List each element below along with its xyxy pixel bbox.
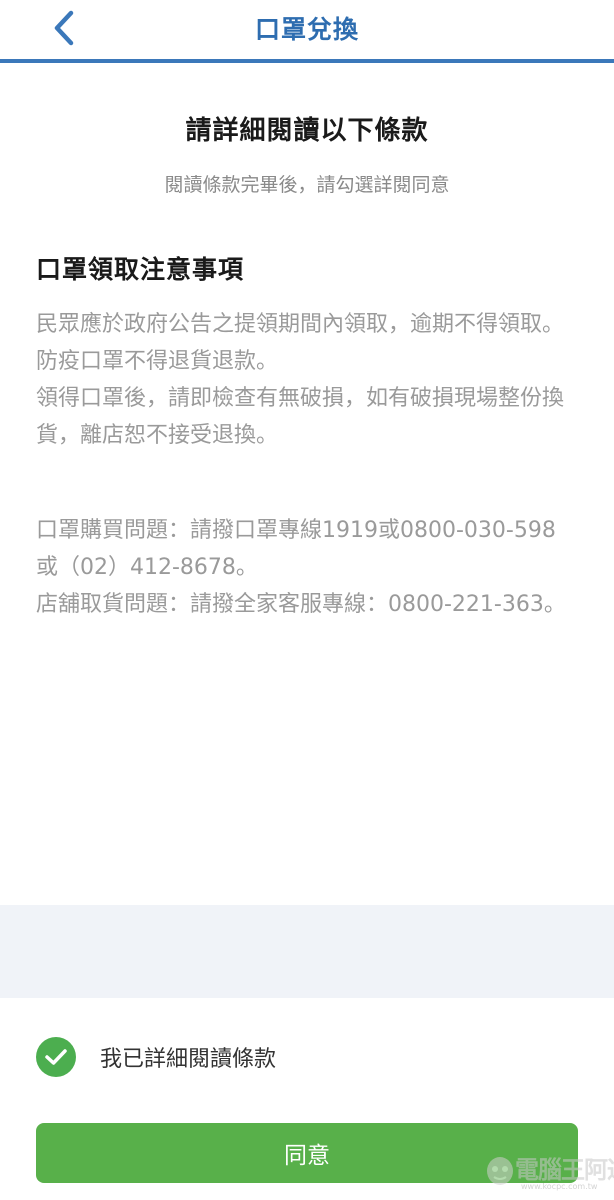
- divider-band: [0, 905, 614, 998]
- terms-item: 防疫口罩不得退貨退款。: [36, 349, 279, 374]
- checkbox-label: 我已詳細閱讀條款: [100, 1047, 277, 1072]
- terms-item: 口罩購買問題：請撥口罩專線1919或0800-030-598或（02）412-8…: [36, 518, 556, 580]
- terms-group-2: 口罩購買問題：請撥口罩專線1919或0800-030-598或（02）412-8…: [36, 512, 576, 623]
- agree-checkbox[interactable]: 我已詳細閱讀條款: [36, 1036, 276, 1078]
- app-header: 口罩兌換: [0, 0, 614, 60]
- screen: 口罩兌換 請詳細閱讀以下條款 閱讀條款完畢後，請勾選詳閱同意 口罩領取注意事項 …: [0, 0, 614, 1200]
- section-heading: 口罩領取注意事項: [36, 255, 245, 284]
- watermark-logo: 電腦王阿達 www.kocpc.com.tw: [485, 1150, 614, 1196]
- watermark-text: 電腦王阿達: [515, 1156, 614, 1184]
- terms-item: 領得口罩後，請即檢查有無破損，如有破損現場整份換貨，離店恕不接受退換。: [36, 386, 565, 448]
- terms-item: 民眾應於政府公告之提領期間內領取，逾期不得領取。: [36, 312, 565, 337]
- terms-group-1: 民眾應於政府公告之提領期間內領取，逾期不得領取。 防疫口罩不得退貨退款。 領得口…: [36, 306, 576, 454]
- checkbox-checked[interactable]: [36, 1037, 76, 1077]
- checkmark-icon: [45, 1049, 67, 1065]
- page-subtitle: 閱讀條款完畢後，請勾選詳閱同意: [164, 174, 450, 196]
- header-title: 口罩兌換: [254, 15, 359, 44]
- page-title: 請詳細閱讀以下條款: [185, 116, 429, 146]
- watermark-url: www.kocpc.com.tw: [521, 1182, 598, 1191]
- mascot-icon: [487, 1157, 513, 1185]
- terms-item: 店舖取貨問題：請撥全家客服專線：0800-221-363。: [36, 592, 566, 617]
- header-divider: [0, 59, 614, 63]
